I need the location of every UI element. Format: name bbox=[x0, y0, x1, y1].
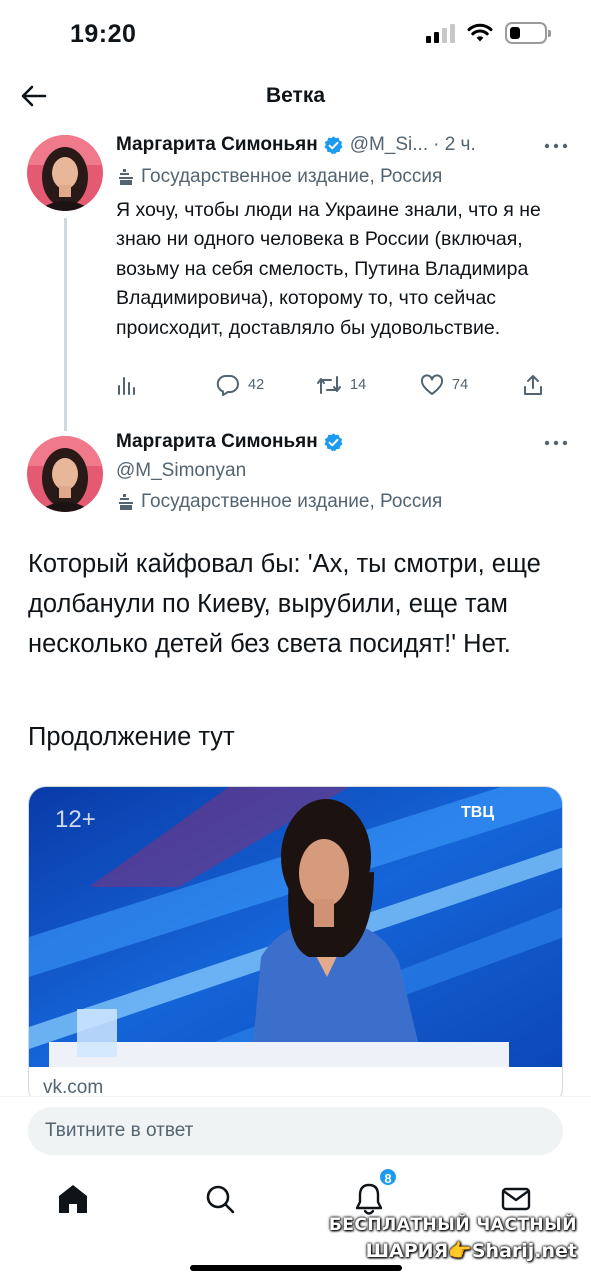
reply-count: 42 bbox=[248, 377, 265, 393]
more-icon[interactable] bbox=[543, 438, 569, 448]
link-card[interactable]: 12+ ТВЦ vk.com bbox=[28, 786, 563, 1106]
wifi-icon bbox=[467, 23, 493, 42]
share-icon bbox=[524, 375, 542, 395]
state-media-text: Государственное издание, Россия bbox=[141, 491, 443, 512]
page-title: Ветка bbox=[265, 84, 326, 107]
header: Ветка bbox=[0, 70, 591, 122]
like-button[interactable]: 74 bbox=[420, 374, 468, 396]
home-indicator bbox=[190, 1265, 402, 1271]
author-name[interactable]: Маргарита Симоньян bbox=[116, 134, 318, 156]
thread-line bbox=[64, 218, 67, 431]
signal-icon bbox=[426, 23, 455, 43]
status-bar: 19:20 bbox=[0, 0, 591, 70]
bottom-area: Твитните в ответ 8 БЕСПЛАТНЫЙ ЧАСТНЫЙ ША… bbox=[0, 1096, 591, 1280]
tweet-author-row: Маргарита Симоньян bbox=[116, 431, 350, 453]
status-icons bbox=[426, 22, 551, 44]
age-rating: 12+ bbox=[55, 806, 96, 833]
like-count: 74 bbox=[452, 377, 469, 393]
status-time: 19:20 bbox=[70, 20, 137, 48]
retweet-count: 14 bbox=[350, 377, 367, 393]
state-media-text: Государственное издание, Россия bbox=[141, 166, 443, 187]
views-icon bbox=[118, 377, 135, 395]
tweet-text: Который кайфовал бы: 'Ах, ты смотри, еще… bbox=[28, 550, 541, 658]
tweet-text: Я хочу, чтобы люди на Украине знали, что… bbox=[116, 199, 541, 339]
search-icon[interactable] bbox=[198, 1177, 242, 1221]
share-button[interactable] bbox=[522, 374, 544, 396]
home-icon[interactable] bbox=[51, 1177, 95, 1221]
author-handle[interactable]: @M_Simonyan bbox=[116, 460, 246, 482]
retweet-icon bbox=[317, 376, 341, 394]
state-media-icon bbox=[119, 169, 133, 185]
card-image: 12+ ТВЦ bbox=[29, 787, 562, 1067]
battery-icon bbox=[505, 22, 551, 44]
retweet-button[interactable]: 14 bbox=[316, 374, 366, 396]
notifications-badge: 8 bbox=[378, 1167, 398, 1187]
continue-text: Продолжение тут bbox=[28, 723, 235, 751]
watermark: БЕСПЛАТНЫЙ ЧАСТНЫЙ ШАРИЯ👉Sharij.net bbox=[329, 1212, 577, 1264]
more-icon[interactable] bbox=[543, 141, 569, 151]
reply-icon bbox=[216, 375, 239, 396]
author-name[interactable]: Маргарита Симоньян bbox=[116, 431, 318, 453]
author-handle[interactable]: @M_Si... bbox=[350, 134, 428, 156]
verified-icon bbox=[324, 135, 343, 154]
watermark-line1: БЕСПЛАТНЫЙ ЧАСТНЫЙ bbox=[328, 1215, 577, 1235]
like-icon bbox=[420, 374, 444, 395]
reply-button[interactable]: 42 bbox=[216, 374, 264, 396]
state-media-icon bbox=[119, 494, 133, 510]
tweet-time: · 2 ч. bbox=[433, 134, 476, 155]
channel-logo: ТВЦ bbox=[461, 804, 494, 821]
avatar[interactable] bbox=[27, 135, 103, 211]
tweet-author-row: Маргарита Симоньян @M_Si... · 2 ч. bbox=[116, 134, 476, 156]
author-handle-row: @M_Simonyan bbox=[116, 460, 246, 482]
views-button[interactable] bbox=[116, 374, 138, 396]
state-media-label[interactable]: Государственное издание, Россия bbox=[116, 166, 442, 188]
watermark-line2: ШАРИЯ👉Sharij.net bbox=[365, 1240, 577, 1262]
avatar[interactable] bbox=[27, 436, 103, 512]
verified-icon bbox=[324, 432, 343, 451]
reply-input[interactable]: Твитните в ответ bbox=[28, 1107, 563, 1155]
tweet-actions: 42 14 74 bbox=[116, 374, 548, 404]
state-media-label[interactable]: Государственное издание, Россия bbox=[116, 491, 442, 513]
